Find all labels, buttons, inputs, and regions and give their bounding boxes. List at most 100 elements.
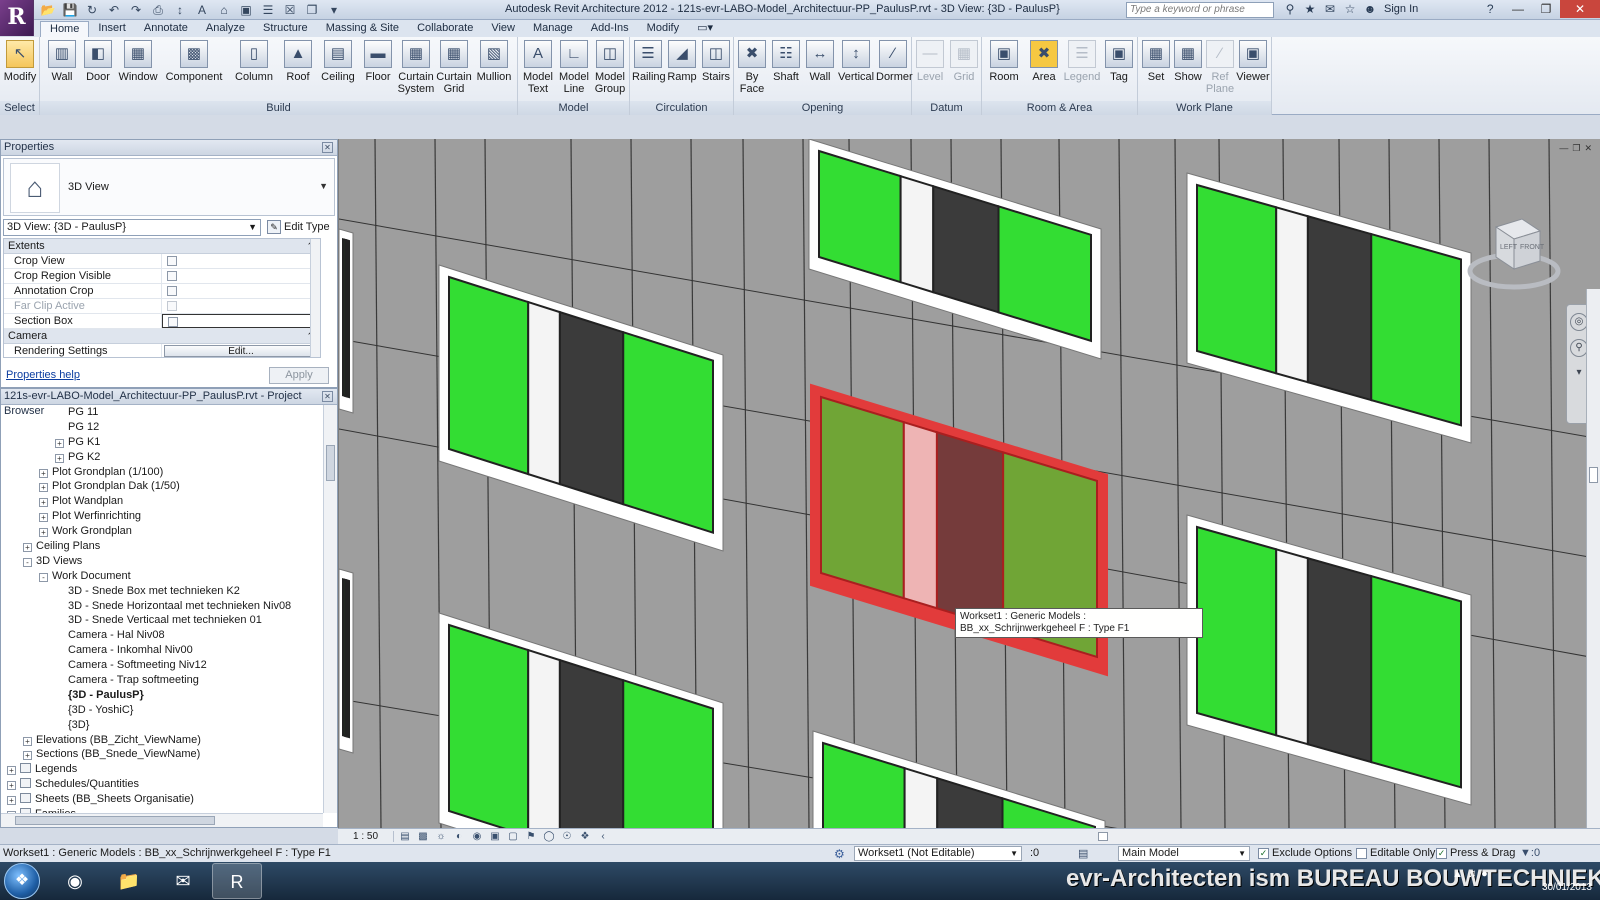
chrome-taskbar-icon[interactable]: ◉ (50, 863, 100, 899)
mullion-button[interactable]: ▧ Mullion (474, 40, 514, 83)
tab-annotate[interactable]: Annotate (135, 21, 197, 37)
crop-region-visible-checkbox[interactable] (167, 271, 177, 281)
active-workset-select[interactable]: Workset1 (Not Editable) ▼ (854, 846, 1022, 861)
chevron-down-icon[interactable]: ▼ (319, 181, 328, 191)
browser-node[interactable]: - Work Document (1, 569, 323, 584)
browser-node[interactable]: + PG K2 (1, 450, 323, 465)
visual-style-icon[interactable]: ▩ (416, 831, 430, 843)
print-icon[interactable]: ⎙ (150, 2, 166, 18)
close-hidden-icon[interactable]: ☒ (282, 2, 298, 18)
level-button[interactable]: — Level (914, 40, 946, 83)
shadows-icon[interactable]: ◐ (452, 831, 466, 843)
viewer-button[interactable]: ▣ Viewer (1236, 40, 1270, 83)
properties-help-link[interactable]: Properties help (6, 369, 80, 381)
browser-node[interactable]: + Plot Werfinrichting (1, 509, 323, 524)
browser-node[interactable]: Camera - Trap softmeeting (1, 673, 323, 688)
apply-button[interactable]: Apply (269, 367, 329, 384)
facade-3d-view[interactable] (339, 139, 1600, 828)
communication-icon[interactable]: ✉ (1322, 2, 1338, 16)
collapse-icon[interactable]: - (23, 557, 32, 567)
expand-icon[interactable]: + (39, 483, 48, 493)
tab-manage[interactable]: Manage (524, 21, 582, 37)
browser-node[interactable]: + Sheets (BB_Sheets Organisatie) (1, 792, 323, 807)
rendering-edit-button[interactable]: Edit... (164, 345, 318, 357)
qat-dropdown-icon[interactable]: ▾ (326, 2, 342, 18)
annotation-crop-checkbox[interactable] (167, 286, 177, 296)
browser-node[interactable]: + Ceiling Plans (1, 539, 323, 554)
edit-type-button[interactable]: ✎ Edit Type (267, 220, 330, 234)
section-box-checkbox[interactable] (168, 317, 178, 327)
volume-icon[interactable]: ♫ (1468, 868, 1476, 880)
group-camera[interactable]: Camera ⌃ (4, 329, 320, 344)
expand-icon[interactable]: + (55, 453, 64, 463)
design-option-select[interactable]: Main Model ▼ (1118, 846, 1250, 861)
expand-icon[interactable]: + (23, 736, 32, 746)
ribbon-minimize-icon[interactable]: ▭▾ (688, 21, 722, 37)
door-button[interactable]: ◧ Door (80, 40, 116, 83)
roof-button[interactable]: ▲ Roof (280, 40, 316, 83)
group-extents[interactable]: Extents ⌃ (4, 239, 320, 254)
scroll-thumb[interactable] (15, 816, 215, 825)
favorites-icon[interactable]: ☆ (1342, 2, 1358, 16)
switch-windows-icon[interactable]: ❐ (304, 2, 320, 18)
scroll-thumb[interactable] (1098, 832, 1108, 841)
expand-icon[interactable]: + (7, 796, 16, 806)
legend-button[interactable]: ☰ Legend (1062, 40, 1102, 83)
component-button[interactable]: ▩ Component (164, 40, 224, 83)
view-instance-select[interactable]: 3D View: {3D - PaulusP} ▼ (3, 218, 261, 236)
undo-icon[interactable]: ↶ (106, 2, 122, 18)
panel-title-room-area[interactable]: Room & Area (982, 101, 1137, 115)
outlook-taskbar-icon[interactable]: ✉ (158, 863, 208, 899)
exclude-options-checkbox[interactable]: ✓ Exclude Options (1258, 847, 1352, 859)
reveal-hidden-icon[interactable]: ☉ (560, 831, 574, 843)
properties-scrollbar[interactable] (310, 239, 320, 357)
browser-node[interactable]: 3D - Snede Horizontaal met technieken Ni… (1, 599, 323, 614)
ref-plane-button[interactable]: ∕ Ref Plane (1204, 40, 1236, 95)
close-button[interactable]: ✕ (1560, 0, 1600, 18)
save-icon[interactable]: 💾 (62, 2, 78, 18)
window-button[interactable]: ▦ Window (116, 40, 160, 83)
view-scale[interactable]: 1 : 50 (338, 831, 394, 842)
open-icon[interactable]: 📂 (40, 2, 56, 18)
browser-node[interactable]: + Plot Wandplan (1, 494, 323, 509)
crop-view-icon[interactable]: ▣ (488, 831, 502, 843)
column-button[interactable]: ▯ Column (232, 40, 276, 83)
expand-icon[interactable]: + (23, 751, 32, 761)
browser-node[interactable]: PG 12 (1, 420, 323, 435)
browser-node[interactable]: Camera - Softmeeting Niv12 (1, 658, 323, 673)
browser-node[interactable]: + Legends (1, 762, 323, 777)
press-drag-checkbox[interactable]: ✓ Press & Drag (1436, 847, 1515, 859)
design-options-icon[interactable]: ▤ (1078, 847, 1088, 860)
collapse-icon[interactable]: - (39, 572, 48, 582)
floor-button[interactable]: ▬ Floor (360, 40, 396, 83)
show-crop-icon[interactable]: ▢ (506, 831, 520, 843)
temporary-hide-icon[interactable]: ◯ (542, 831, 556, 843)
editable-only-checkbox[interactable]: Editable Only (1356, 847, 1435, 859)
expand-icon[interactable]: + (39, 498, 48, 508)
browser-node[interactable]: + Plot Grondplan Dak (1/50) (1, 479, 323, 494)
browser-node[interactable]: {3D - YoshiC} (1, 703, 323, 718)
tab-modify[interactable]: Modify (638, 21, 688, 37)
wall-opening-button[interactable]: ↔ Wall (804, 40, 836, 83)
redo-icon[interactable]: ↷ (128, 2, 144, 18)
browser-node[interactable]: + Schedules/Quantities (1, 777, 323, 792)
worksets-icon[interactable]: ⚙ (834, 847, 845, 861)
application-menu-button[interactable]: R (0, 0, 34, 36)
ceiling-button[interactable]: ▤ Ceiling (318, 40, 358, 83)
measure-icon[interactable]: ↕ (172, 2, 188, 18)
tab-view[interactable]: View (482, 21, 524, 37)
browser-vertical-scrollbar[interactable] (323, 405, 337, 813)
set-work-plane-button[interactable]: ▦ Set (1140, 40, 1172, 83)
binoculars-icon[interactable]: ⚲ (1282, 2, 1298, 16)
room-button[interactable]: ▣ Room (984, 40, 1024, 83)
model-text-button[interactable]: A Model Text (520, 40, 556, 95)
close-icon[interactable]: ✕ (322, 391, 333, 402)
vertical-opening-button[interactable]: ↕ Vertical (838, 40, 874, 83)
browser-node[interactable]: + Plot Grondplan (1/100) (1, 465, 323, 480)
network-icon[interactable]: ▲ (1452, 868, 1463, 880)
crop-view-checkbox[interactable] (167, 256, 177, 266)
rendering-icon[interactable]: ◉ (470, 831, 484, 843)
sun-path-icon[interactable]: ☼ (434, 831, 448, 843)
revit-taskbar-icon[interactable]: R (212, 863, 262, 899)
browser-node[interactable]: PG 11 (1, 405, 323, 420)
